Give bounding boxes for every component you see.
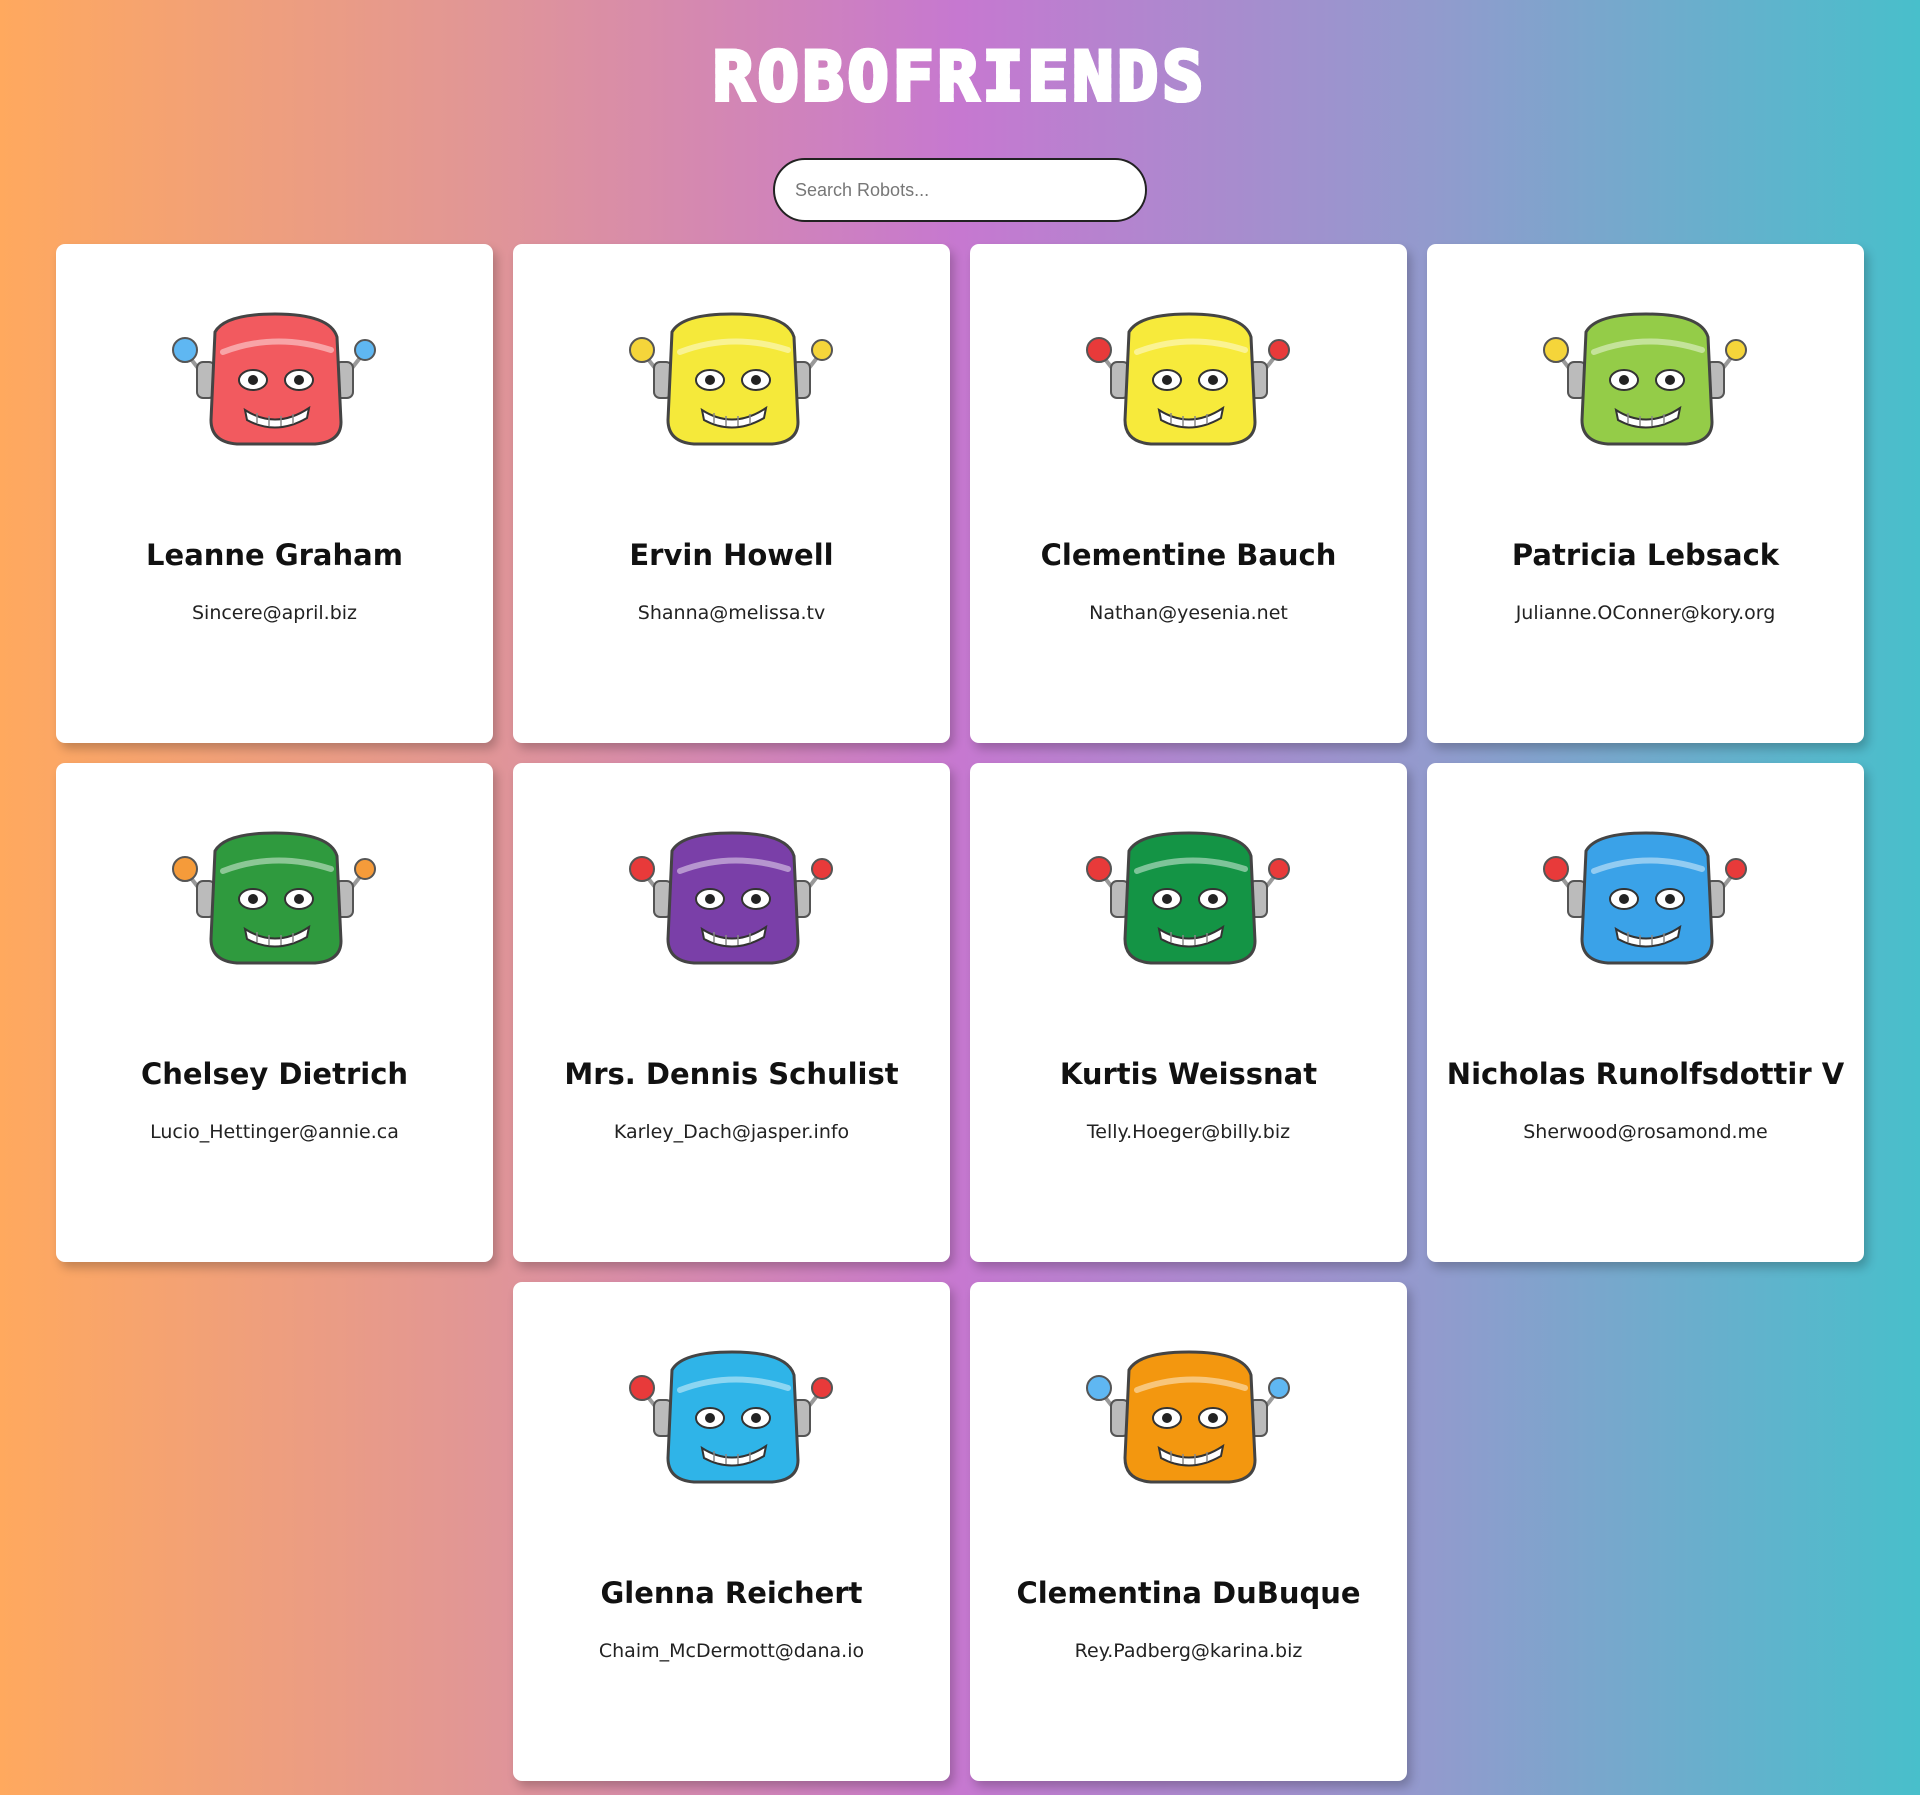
robot-card-list: Leanne Graham Sincere@april.biz Ervin Howe… [0,244,1920,1781]
robot-email: Shanna@melissa.tv [637,602,826,624]
robot-avatar-icon [1085,1350,1290,1484]
robot-card[interactable]: Mrs. Dennis Schulist Karley_Dach@jasper.i… [513,763,950,1262]
robot-name: Glenna Reichert [600,1576,863,1610]
robot-avatar-icon [171,312,376,446]
app-root: ROBOFRIENDS Leanne Graham Sincere@april.b… [0,0,1920,1795]
search-bar [0,158,1920,222]
robot-name: Clementina DuBuque [1016,1576,1361,1610]
robot-avatar-icon [1085,312,1290,446]
robot-email: Nathan@yesenia.net [1089,602,1288,624]
robot-name: Nicholas Runolfsdottir V [1446,1057,1845,1091]
robot-card[interactable]: Kurtis Weissnat Telly.Hoeger@billy.biz [970,763,1407,1262]
robot-card[interactable]: Clementina DuBuque Rey.Padberg@karina.biz [970,1282,1407,1781]
page-title: ROBOFRIENDS [0,0,1920,119]
robot-card[interactable]: Leanne Graham Sincere@april.biz [56,244,493,743]
robot-name: Leanne Graham [146,538,403,572]
robot-email: Rey.Padberg@karina.biz [1074,1640,1303,1662]
robot-avatar-icon [628,312,833,446]
robot-card[interactable]: Clementine Bauch Nathan@yesenia.net [970,244,1407,743]
robot-name: Mrs. Dennis Schulist [564,1057,899,1091]
robot-card[interactable]: Patricia Lebsack Julianne.OConner@kory.or… [1427,244,1864,743]
robot-name: Ervin Howell [629,538,834,572]
robot-card[interactable]: Ervin Howell Shanna@melissa.tv [513,244,950,743]
robot-card[interactable]: Nicholas Runolfsdottir V Sherwood@rosamon… [1427,763,1864,1262]
robot-avatar-icon [628,831,833,965]
robot-name: Chelsey Dietrich [140,1057,409,1091]
robot-name: Kurtis Weissnat [1059,1057,1318,1091]
robot-email: Chaim_McDermott@dana.io [598,1640,865,1662]
robot-email: Lucio_Hettinger@annie.ca [150,1121,399,1143]
search-input[interactable] [773,158,1147,222]
robot-email: Sherwood@rosamond.me [1523,1121,1768,1143]
robot-avatar-icon [1542,831,1747,965]
page-title-text: ROBOFRIENDS [711,36,1208,119]
robot-email: Julianne.OConner@kory.org [1515,602,1776,624]
robot-card[interactable]: Glenna Reichert Chaim_McDermott@dana.io [513,1282,950,1781]
robot-email: Sincere@april.biz [191,602,358,624]
robot-avatar-icon [171,831,376,965]
robot-avatar-icon [1085,831,1290,965]
robot-email: Karley_Dach@jasper.info [613,1121,850,1143]
robot-name: Clementine Bauch [1040,538,1337,572]
robot-avatar-icon [628,1350,833,1484]
robot-card[interactable]: Chelsey Dietrich Lucio_Hettinger@annie.ca [56,763,493,1262]
robot-avatar-icon [1542,312,1747,446]
robot-name: Patricia Lebsack [1511,538,1780,572]
robot-email: Telly.Hoeger@billy.biz [1086,1121,1291,1143]
